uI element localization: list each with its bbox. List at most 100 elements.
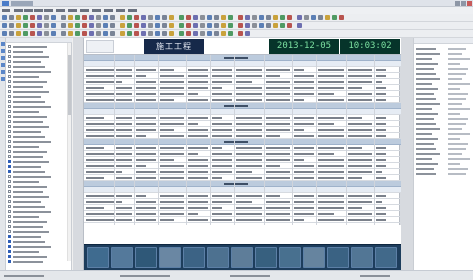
- menu-item[interactable]: [116, 9, 125, 12]
- property-row[interactable]: [416, 167, 472, 171]
- toolbar-button[interactable]: [214, 31, 219, 36]
- toolbar-button[interactable]: [238, 31, 243, 36]
- property-row[interactable]: [416, 102, 472, 106]
- toolbar-button[interactable]: [155, 31, 160, 36]
- tree-item[interactable]: [8, 110, 66, 114]
- toolbar-button[interactable]: [110, 23, 115, 28]
- toolbar-button[interactable]: [120, 31, 125, 36]
- tree-item[interactable]: [8, 230, 66, 234]
- tree-item[interactable]: [8, 60, 66, 64]
- toolbar-button[interactable]: [273, 23, 278, 28]
- equipment-thumbnail-icon[interactable]: [255, 247, 277, 268]
- toolbar-button[interactable]: [120, 23, 125, 28]
- equipment-thumbnail-icon[interactable]: [111, 247, 133, 268]
- toolbar-button[interactable]: [75, 23, 80, 28]
- property-row[interactable]: [416, 72, 472, 76]
- equipment-thumbnail-icon[interactable]: [183, 247, 205, 268]
- toolbar-button[interactable]: [179, 31, 184, 36]
- toolbar-button[interactable]: [44, 31, 49, 36]
- toolbar-button[interactable]: [127, 23, 132, 28]
- toolbar-button[interactable]: [207, 31, 212, 36]
- toolbar-button[interactable]: [134, 31, 139, 36]
- panel-icon[interactable]: [1, 56, 5, 60]
- toolbar-button[interactable]: [287, 23, 292, 28]
- toolbar-button[interactable]: [155, 23, 160, 28]
- toolbar-button[interactable]: [103, 15, 108, 20]
- property-row[interactable]: [416, 137, 472, 141]
- property-row[interactable]: [416, 117, 472, 121]
- toolbar-button[interactable]: [89, 23, 94, 28]
- equipment-thumbnail-icon[interactable]: [159, 247, 181, 268]
- property-row[interactable]: [416, 142, 472, 146]
- toolbar-button[interactable]: [280, 23, 285, 28]
- menu-item[interactable]: [56, 9, 65, 12]
- property-row[interactable]: [416, 97, 472, 101]
- toolbar-button[interactable]: [89, 31, 94, 36]
- toolbar-button[interactable]: [103, 31, 108, 36]
- toolbar-button[interactable]: [259, 15, 264, 20]
- scroll-thumb[interactable]: [68, 55, 71, 115]
- menu-item[interactable]: [104, 9, 113, 12]
- toolbar-button[interactable]: [110, 15, 115, 20]
- tree-item[interactable]: [8, 85, 66, 89]
- tree-item[interactable]: [8, 185, 66, 189]
- toolbar-button[interactable]: [186, 31, 191, 36]
- toolbar-button[interactable]: [75, 15, 80, 20]
- toolbar-button[interactable]: [200, 31, 205, 36]
- toolbar-button[interactable]: [325, 15, 330, 20]
- property-row[interactable]: [416, 87, 472, 91]
- tree-item[interactable]: [8, 170, 66, 174]
- toolbar-button[interactable]: [245, 23, 250, 28]
- tree-item[interactable]: [8, 190, 66, 194]
- toolbar-button[interactable]: [221, 31, 226, 36]
- tree-item[interactable]: [8, 175, 66, 179]
- property-row[interactable]: [416, 82, 472, 86]
- property-row[interactable]: [416, 67, 472, 71]
- toolbar-button[interactable]: [30, 15, 35, 20]
- toolbar-button[interactable]: [193, 15, 198, 20]
- tree-item[interactable]: [8, 205, 66, 209]
- toolbar-button[interactable]: [51, 23, 56, 28]
- toolbar-button[interactable]: [44, 23, 49, 28]
- tree-item[interactable]: [8, 125, 66, 129]
- tree-item[interactable]: [8, 145, 66, 149]
- toolbar-button[interactable]: [2, 15, 7, 20]
- tree-item[interactable]: [8, 130, 66, 134]
- toolbar-button[interactable]: [297, 15, 302, 20]
- toolbar-button[interactable]: [141, 15, 146, 20]
- toolbar-button[interactable]: [141, 31, 146, 36]
- equipment-thumbnail-icon[interactable]: [375, 247, 397, 268]
- toolbar-button[interactable]: [120, 15, 125, 20]
- toolbar-button[interactable]: [30, 23, 35, 28]
- toolbar-button[interactable]: [2, 23, 7, 28]
- toolbar-button[interactable]: [266, 15, 271, 20]
- toolbar-button[interactable]: [23, 15, 28, 20]
- toolbar-button[interactable]: [228, 31, 233, 36]
- toolbar-button[interactable]: [16, 15, 21, 20]
- tree-item[interactable]: [8, 180, 66, 184]
- toolbar-button[interactable]: [280, 15, 285, 20]
- tree-item[interactable]: [8, 80, 66, 84]
- toolbar-button[interactable]: [214, 15, 219, 20]
- tree-item[interactable]: [8, 55, 66, 59]
- close-button[interactable]: [467, 1, 472, 6]
- tree-item[interactable]: [8, 155, 66, 159]
- property-row[interactable]: [416, 52, 472, 56]
- toolbar-button[interactable]: [155, 15, 160, 20]
- toolbar-button[interactable]: [134, 15, 139, 20]
- tree-item[interactable]: [8, 215, 66, 219]
- maximize-button[interactable]: [461, 1, 466, 6]
- panel-icon[interactable]: [1, 49, 5, 53]
- property-row[interactable]: [416, 107, 472, 111]
- toolbar-button[interactable]: [37, 15, 42, 20]
- toolbar-button[interactable]: [16, 23, 21, 28]
- equipment-thumbnail-icon[interactable]: [327, 247, 349, 268]
- toolbar-button[interactable]: [96, 31, 101, 36]
- page-tree-scrollbar[interactable]: [67, 43, 71, 261]
- toolbar-button[interactable]: [68, 15, 73, 20]
- tree-item[interactable]: [8, 220, 66, 224]
- toolbar-button[interactable]: [221, 15, 226, 20]
- toolbar-button[interactable]: [82, 31, 87, 36]
- tree-item[interactable]: [8, 165, 66, 169]
- toolbar-button[interactable]: [245, 15, 250, 20]
